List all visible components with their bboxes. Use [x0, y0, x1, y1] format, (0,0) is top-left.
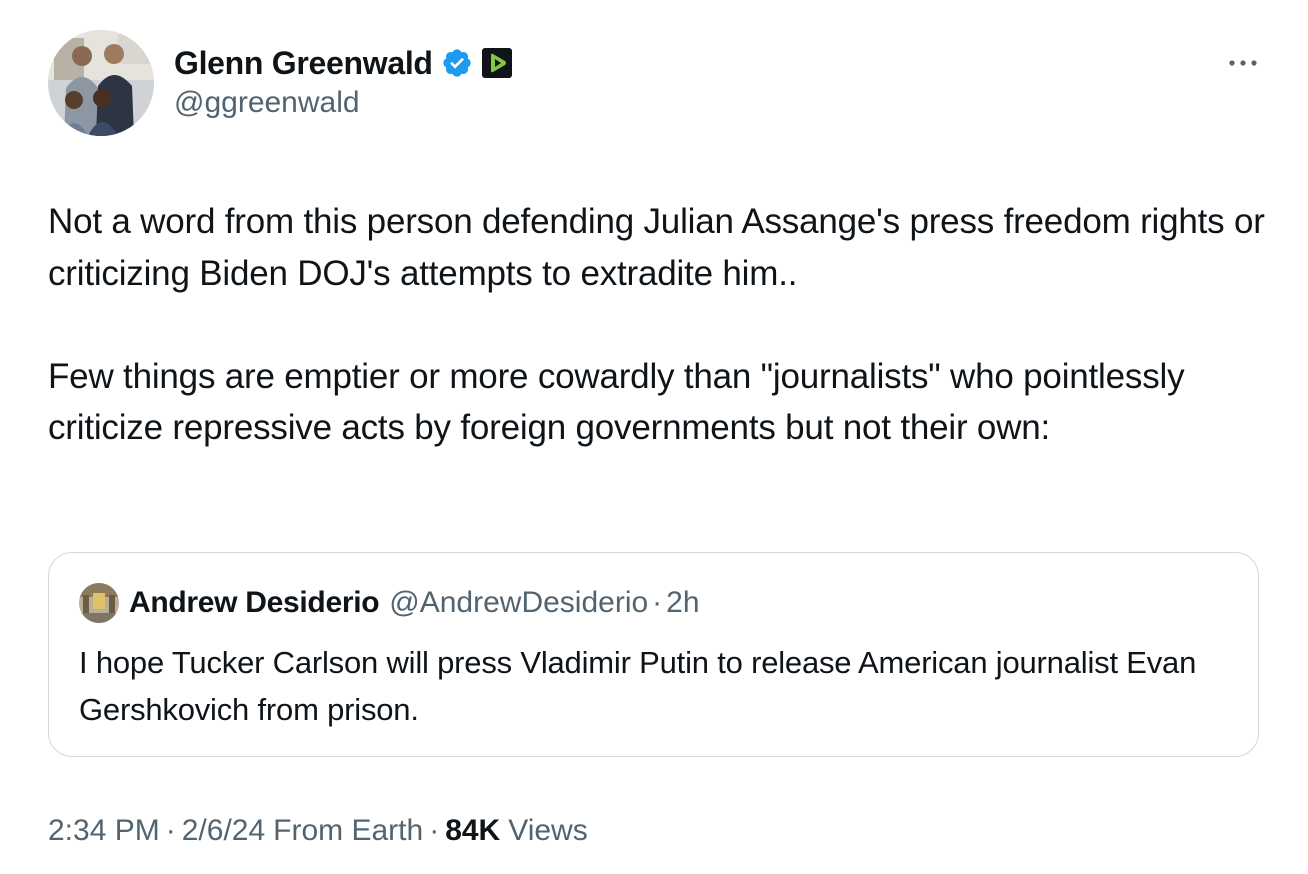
quoted-tweet-card[interactable]: Andrew Desiderio @AndrewDesiderio · 2h I… — [48, 552, 1259, 757]
quote-avatar-photo — [79, 583, 119, 623]
views-count[interactable]: 84K — [445, 814, 500, 848]
quote-author-avatar[interactable] — [79, 583, 119, 623]
more-options-button[interactable] — [1226, 50, 1260, 76]
tweet-text: Not a word from this person defending Ju… — [48, 196, 1268, 454]
author-name[interactable]: Glenn Greenwald — [174, 45, 433, 82]
quote-author-handle[interactable]: @AndrewDesiderio — [389, 586, 648, 620]
author-avatar[interactable] — [48, 30, 154, 136]
quote-author-name[interactable]: Andrew Desiderio — [129, 586, 380, 620]
author-name-row: Glenn Greenwald — [174, 42, 513, 84]
tweet-source: From Earth — [273, 814, 424, 847]
author-handle[interactable]: @ggreenwald — [174, 86, 360, 120]
tweet-time[interactable]: 2:34 PM — [48, 814, 160, 848]
avatar-photo — [48, 30, 154, 136]
tweet: Glenn Greenwald @ggreenwald Not a word f… — [0, 0, 1308, 874]
views-label[interactable]: Views — [508, 814, 587, 848]
separator-dot: · — [652, 586, 663, 619]
separator-dot: · — [429, 814, 440, 847]
tweet-metadata: 2:34 PM · 2/6/24 From Earth · 84K Views — [48, 810, 588, 852]
verified-badge-icon[interactable] — [441, 47, 473, 79]
separator-dot: · — [165, 814, 176, 847]
rumble-badge-icon[interactable] — [481, 47, 513, 79]
quote-header: Andrew Desiderio @AndrewDesiderio · 2h — [129, 581, 700, 625]
tweet-paragraph: Not a word from this person defending Ju… — [48, 202, 1265, 293]
more-dots-icon — [1229, 60, 1257, 66]
quote-timestamp[interactable]: 2h — [666, 586, 699, 620]
quote-text: I hope Tucker Carlson will press Vladimi… — [79, 645, 1197, 727]
tweet-date[interactable]: 2/6/24 — [182, 814, 265, 848]
tweet-paragraph: Few things are emptier or more cowardly … — [48, 356, 1185, 448]
